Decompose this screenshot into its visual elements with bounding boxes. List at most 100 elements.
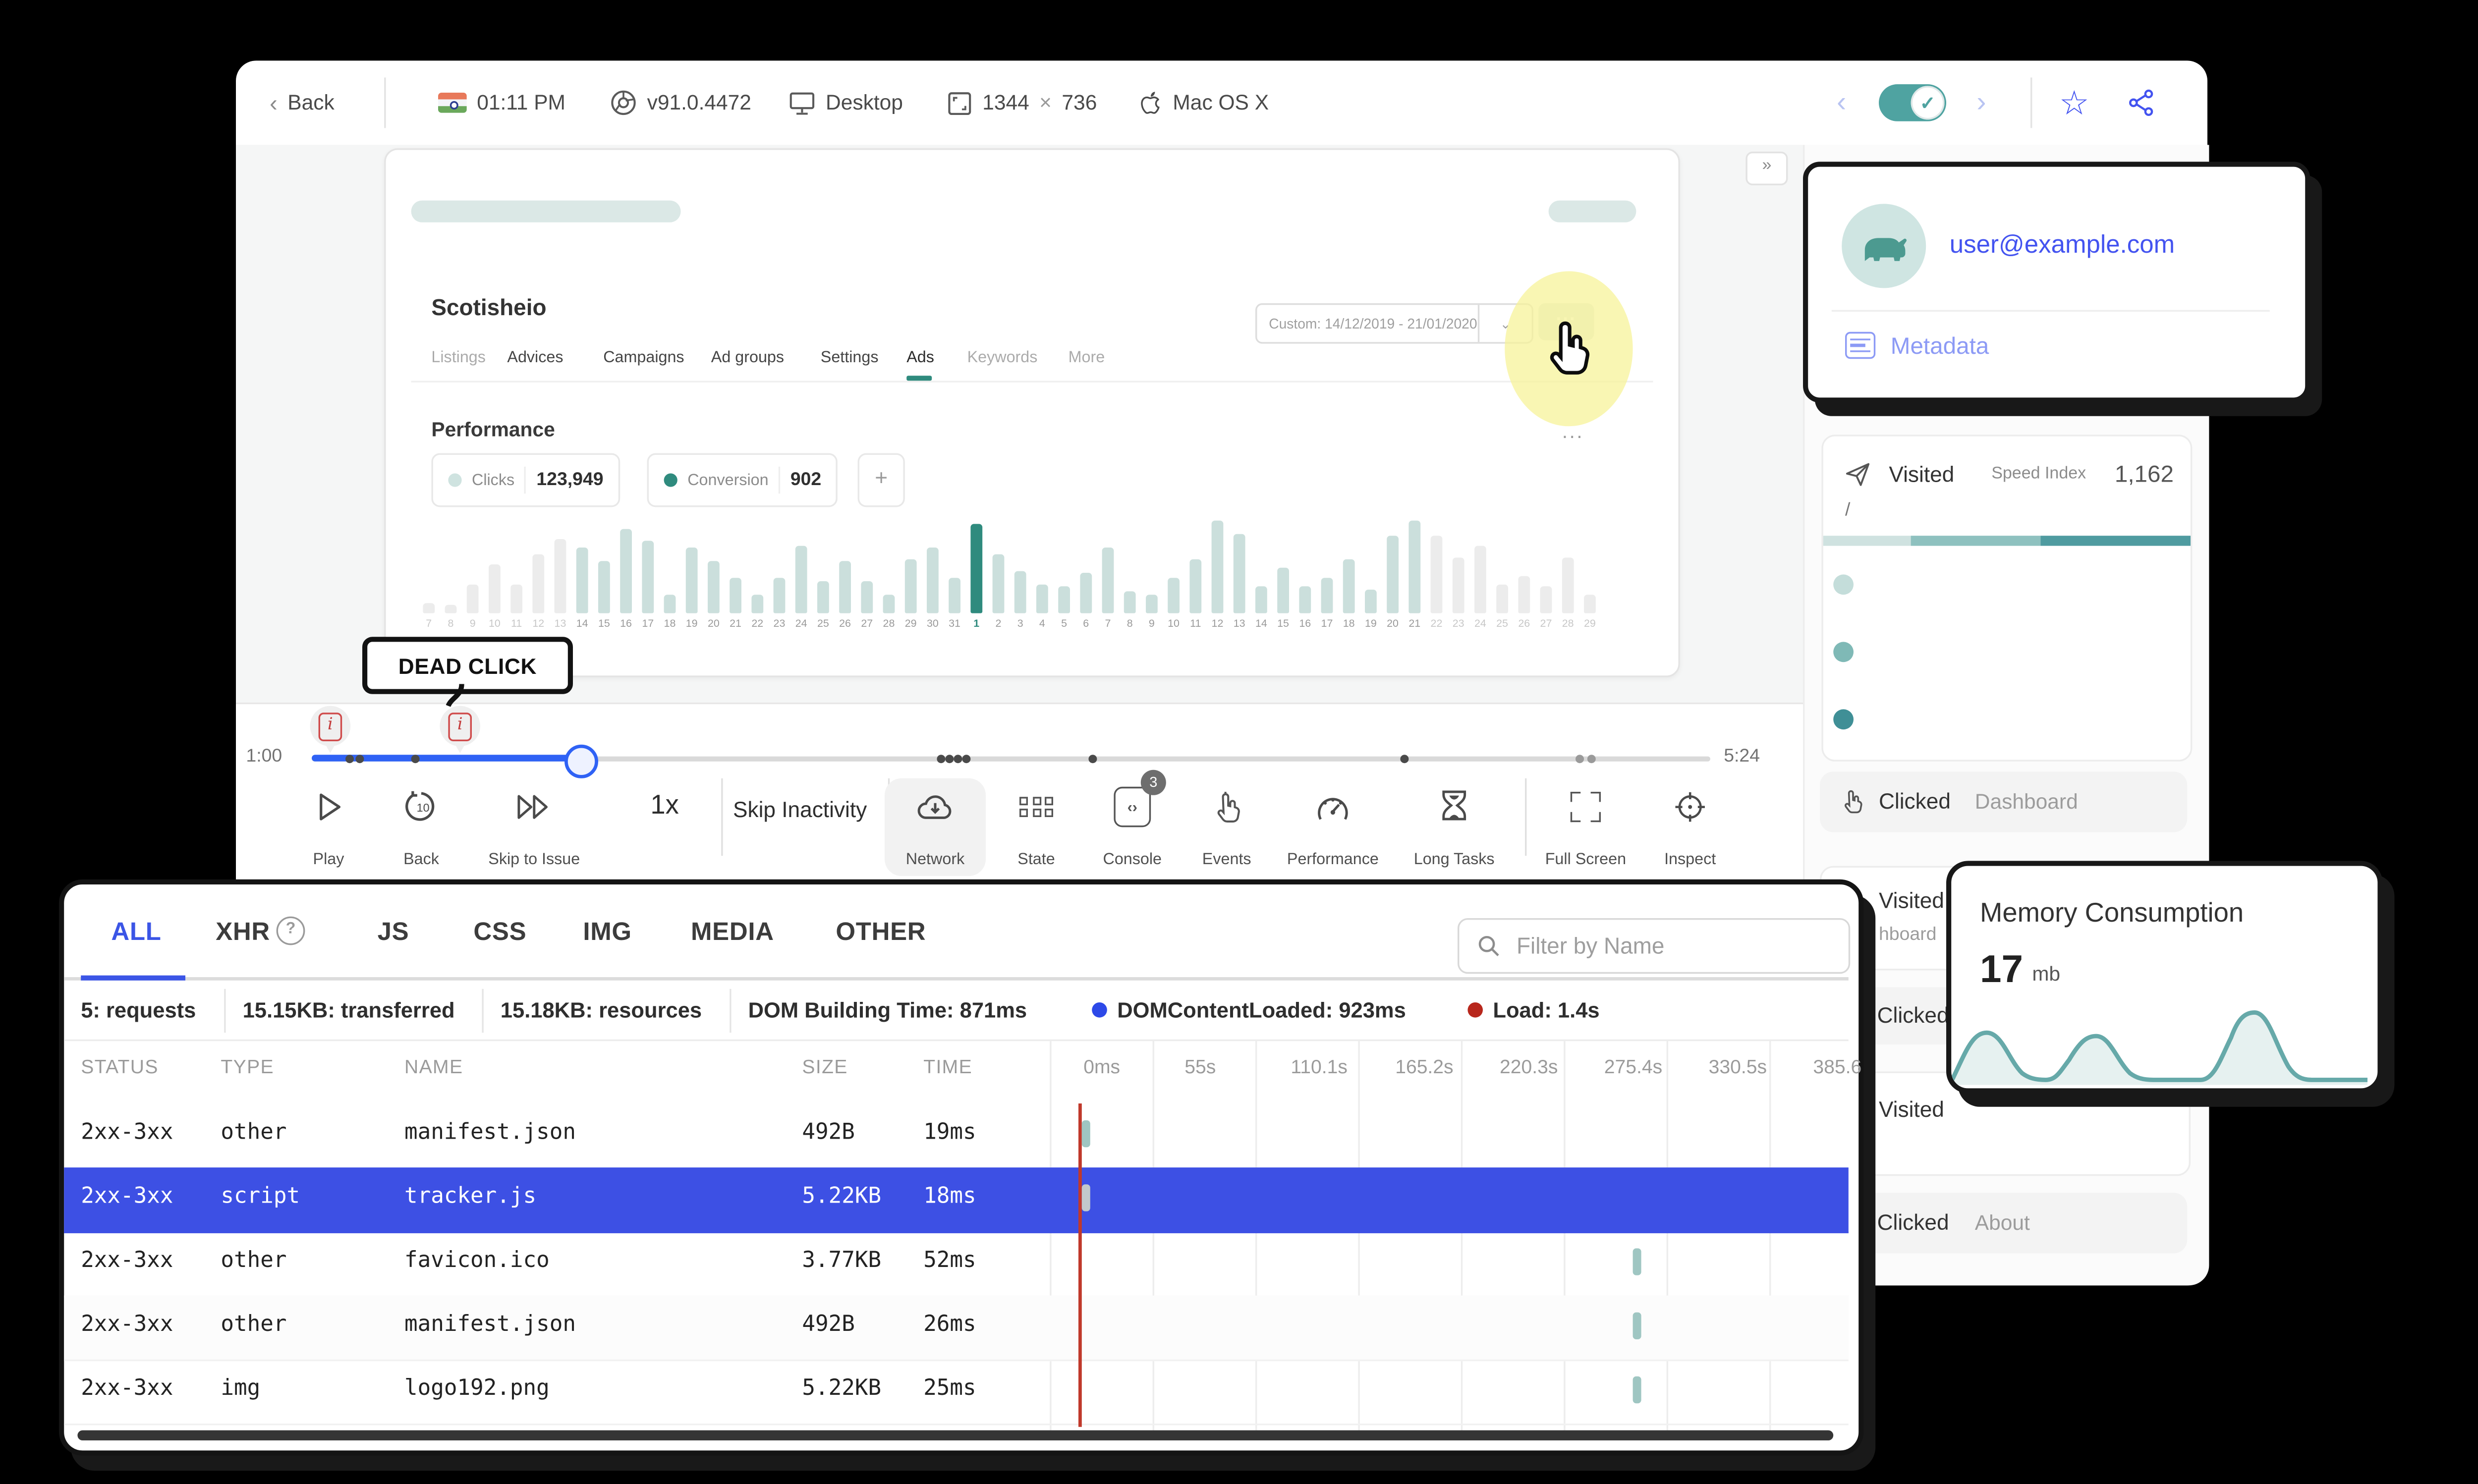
- metric-clicks[interactable]: Clicks 123,949: [431, 453, 620, 507]
- back-button[interactable]: ‹ Back: [270, 60, 335, 145]
- network-tab-all[interactable]: ALL: [111, 918, 161, 947]
- date-range-button[interactable]: Custom: 14/12/2019 - 21/01/2020 ⌄: [1255, 303, 1533, 344]
- request-timing-bar: [1633, 1312, 1641, 1339]
- back-10s-button[interactable]: 10 Back: [371, 778, 472, 876]
- skip-to-issue-button[interactable]: Skip to Issue: [482, 778, 586, 876]
- chart-bar: [1386, 536, 1399, 613]
- chart-bar: [1145, 595, 1158, 613]
- metric-label: Conversion: [687, 471, 769, 490]
- metadata-button[interactable]: Metadata: [1845, 331, 1989, 359]
- event-clicked-about[interactable]: Clicked About: [1820, 1193, 2188, 1254]
- chart-bar-slot: 10: [1163, 504, 1184, 632]
- autoplay-toggle[interactable]: ✓: [1879, 60, 1946, 145]
- filter-input[interactable]: [1513, 932, 1806, 960]
- timeline-playhead[interactable]: [564, 744, 598, 778]
- share-button[interactable]: [2127, 60, 2157, 145]
- panel-long-tasks-label: Long Tasks: [1413, 851, 1495, 870]
- help-icon[interactable]: ?: [276, 916, 305, 945]
- chart-bar: [575, 548, 589, 613]
- panel-console-button[interactable]: ‹› Console: [1082, 778, 1183, 876]
- section-more-button[interactable]: ...: [1562, 420, 1584, 443]
- chart-bar-label: 11: [1190, 618, 1201, 630]
- col-type[interactable]: TYPE: [221, 1058, 274, 1078]
- panel-events-label: Events: [1202, 851, 1251, 870]
- bookmark-button[interactable]: ☆: [2059, 60, 2089, 145]
- panel-performance-button[interactable]: Performance: [1282, 778, 1383, 876]
- resolution-height: 736: [1062, 91, 1097, 115]
- chevron-left-icon: ‹: [1837, 86, 1847, 118]
- panel-long-tasks-button[interactable]: Long Tasks: [1404, 778, 1505, 876]
- playback-speed-button[interactable]: 1x: [650, 792, 678, 822]
- play-icon: [313, 785, 343, 828]
- chart-bar-label: 1: [973, 618, 980, 630]
- timecol: 275.4s: [1604, 1058, 1663, 1078]
- network-tab-xhr[interactable]: XHR: [216, 918, 270, 947]
- tab-keywords[interactable]: Keywords: [967, 349, 1038, 367]
- collapse-sidebar-button[interactable]: »: [1746, 152, 1788, 185]
- rhino-icon: [1864, 238, 1907, 261]
- add-metric-button[interactable]: +: [857, 453, 905, 507]
- network-tab-img[interactable]: IMG: [583, 918, 631, 947]
- event-clicked-dashboard[interactable]: Clicked Dashboard: [1820, 771, 2188, 832]
- chart-bar-slot: 13: [1229, 504, 1250, 632]
- divider: [224, 989, 226, 1033]
- stat-dom-building-time: DOM Building Time: 871ms: [748, 997, 1027, 1023]
- chrome-icon: [611, 90, 636, 115]
- col-status[interactable]: STATUS: [81, 1058, 159, 1078]
- chart-bar-label: 22: [1430, 618, 1443, 630]
- col-time[interactable]: TIME: [923, 1058, 972, 1078]
- user-email[interactable]: user@example.com: [1950, 231, 2175, 260]
- chart-bar-label: 5: [1061, 618, 1068, 630]
- network-row[interactable]: 2xx-3xx other favicon.ico 3.77KB 52ms: [64, 1231, 1849, 1297]
- chart-bar-slot: 28: [1557, 504, 1579, 632]
- chart-bar: [1452, 557, 1465, 613]
- fullscreen-icon: [1570, 785, 1601, 828]
- chart-bar: [598, 561, 611, 613]
- stat-requests: 5: requests: [81, 997, 196, 1023]
- chart-bar: [882, 595, 896, 613]
- panel-network-button[interactable]: Network: [885, 778, 986, 876]
- panel-events-button[interactable]: Events: [1176, 778, 1277, 876]
- network-row[interactable]: 2xx-3xx other manifest.json 492B 19ms: [64, 1103, 1849, 1169]
- inspect-button[interactable]: Inspect: [1639, 778, 1741, 876]
- request-timing-bar: [1633, 1248, 1641, 1275]
- col-size[interactable]: SIZE: [802, 1058, 847, 1078]
- metric-conversion[interactable]: Conversion 902: [647, 453, 839, 507]
- speed-index-value: 1,162: [2114, 460, 2174, 487]
- panel-state-button[interactable]: State: [986, 778, 1087, 876]
- prev-session-button[interactable]: ‹: [1837, 60, 1846, 145]
- tab-settings[interactable]: Settings: [821, 349, 879, 367]
- skip-inactivity-button[interactable]: Skip Inactivity: [733, 797, 867, 822]
- col-name[interactable]: NAME: [404, 1058, 463, 1078]
- tab-ads[interactable]: Ads: [906, 349, 934, 367]
- chart-bar-slot: 2: [987, 504, 1009, 632]
- network-tab-js[interactable]: JS: [378, 918, 409, 947]
- share-icon: [2129, 89, 2153, 116]
- tab-advices[interactable]: Advices: [507, 349, 563, 367]
- tab-more[interactable]: More: [1069, 349, 1105, 367]
- network-tab-css[interactable]: CSS: [473, 918, 526, 947]
- tab-listings[interactable]: Listings: [431, 349, 486, 367]
- divider: [482, 989, 484, 1033]
- visited-event-card[interactable]: Visited Speed Index 1,162 /: [1821, 435, 2193, 762]
- fullscreen-button[interactable]: Full Screen: [1535, 778, 1636, 876]
- next-session-button[interactable]: ›: [1976, 60, 1986, 145]
- more-options-button[interactable]: ...: [1538, 303, 1594, 340]
- chart-bar-slot: 19: [681, 504, 703, 632]
- horizontal-scrollbar[interactable]: [77, 1430, 1834, 1440]
- tab-campaigns[interactable]: Campaigns: [603, 349, 684, 367]
- stat-transferred: 15.15KB: transferred: [242, 997, 455, 1023]
- tab-ad-groups[interactable]: Ad groups: [711, 349, 784, 367]
- network-tab-media[interactable]: MEDIA: [691, 918, 774, 947]
- resolution-width: 1344: [982, 91, 1029, 115]
- network-row-selected[interactable]: 2xx-3xx script tracker.js 5.22KB 18ms: [64, 1167, 1849, 1233]
- issue-marker[interactable]: i: [310, 706, 351, 753]
- issue-marker-dead-click[interactable]: i: [440, 706, 480, 753]
- event-target: Dashboard: [1974, 790, 2078, 814]
- network-row[interactable]: 2xx-3xx img logo192.png 5.22KB 25ms: [64, 1360, 1849, 1426]
- play-label: Play: [313, 851, 344, 870]
- network-row[interactable]: 2xx-3xx other manifest.json 492B 26ms: [64, 1295, 1849, 1362]
- filter-input-wrapper: [1458, 918, 1851, 974]
- network-tab-other[interactable]: OTHER: [836, 918, 926, 947]
- play-button[interactable]: Play: [278, 778, 379, 876]
